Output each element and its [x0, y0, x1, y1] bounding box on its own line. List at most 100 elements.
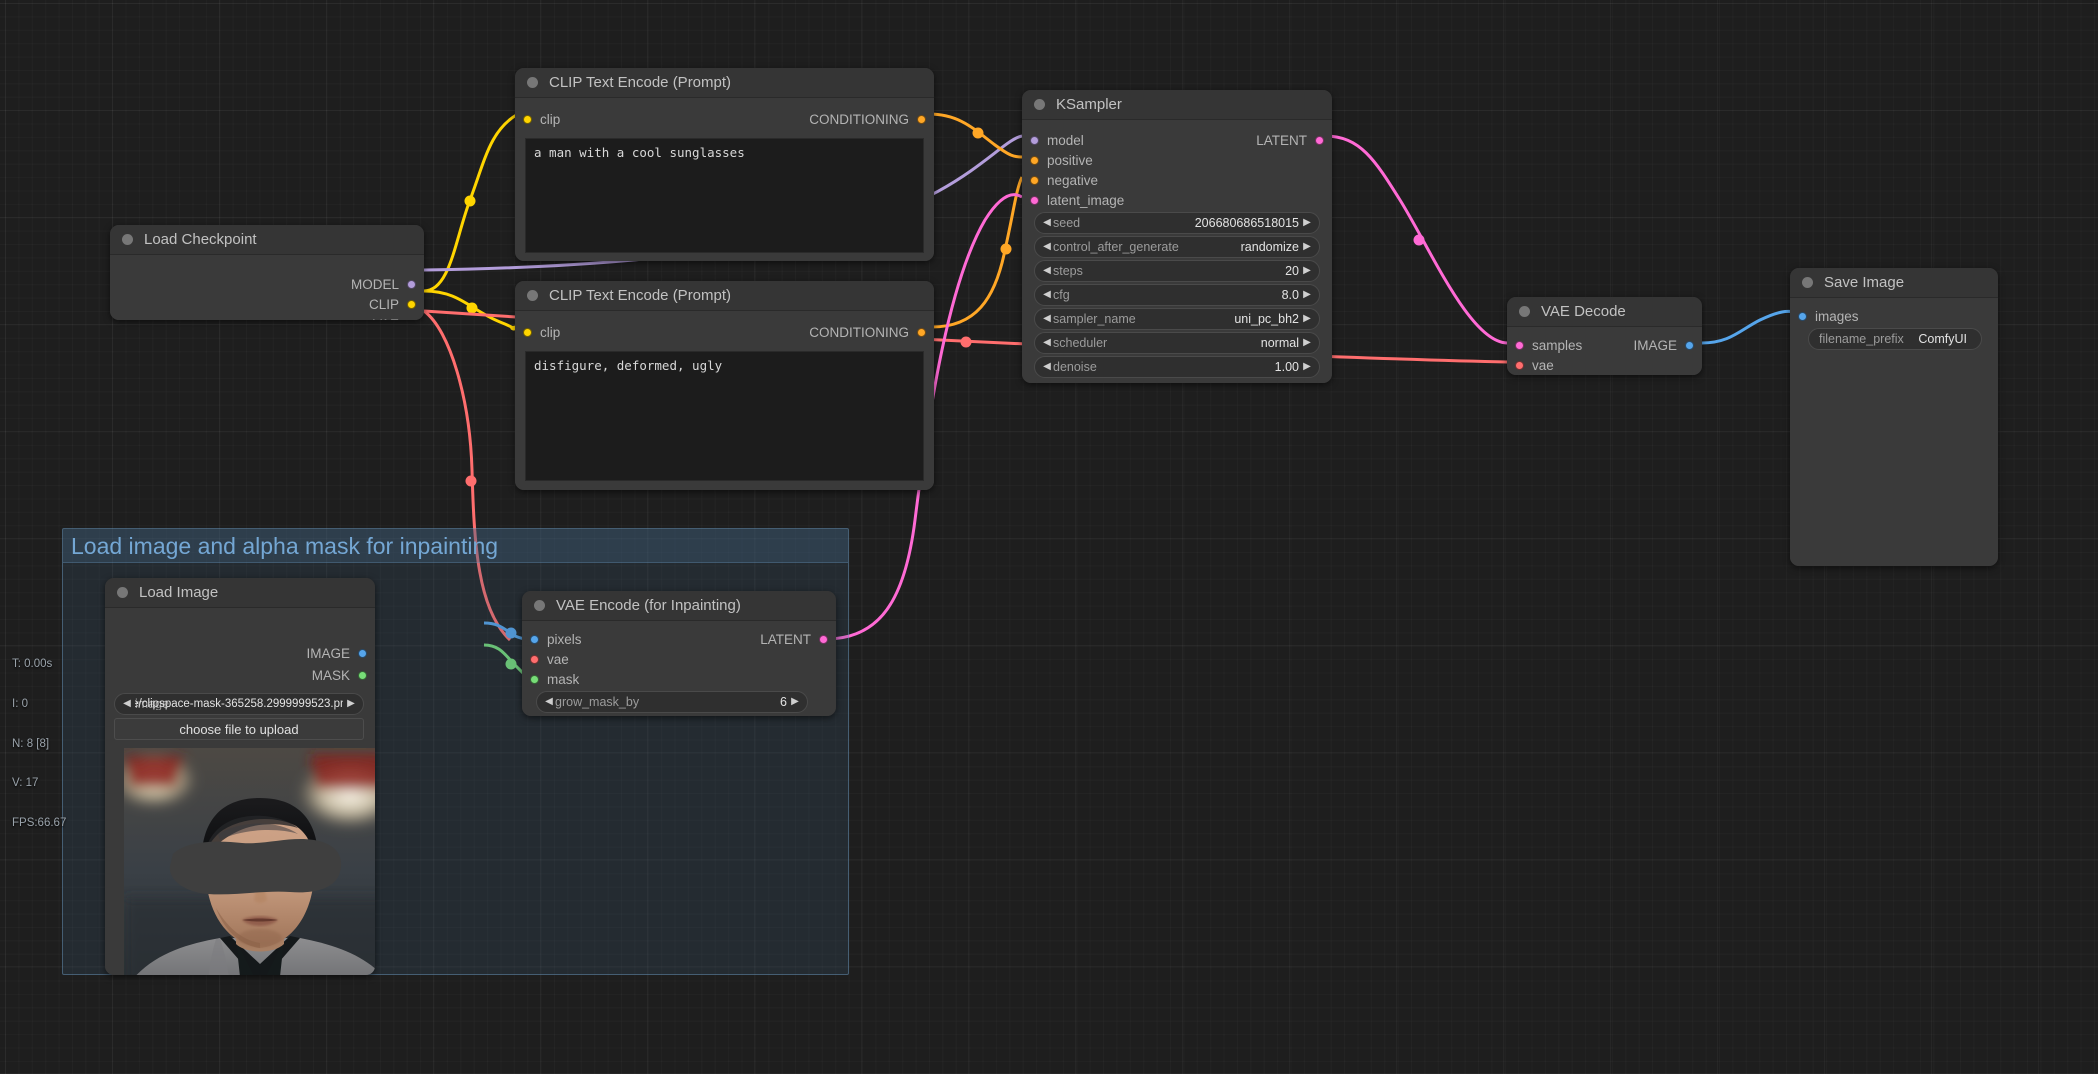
- node-save-image[interactable]: Save Image images filename_prefix ComfyU…: [1790, 268, 1998, 566]
- arrow-left-icon[interactable]: ◀: [1041, 242, 1053, 252]
- socket-dot-model-icon[interactable]: [1030, 135, 1039, 145]
- socket-dot-samples-icon[interactable]: [1515, 340, 1524, 350]
- output-slot-image[interactable]: IMAGE: [306, 644, 367, 662]
- widget-scheduler[interactable]: ◀ scheduler normal ▶: [1034, 332, 1320, 354]
- node-header[interactable]: Load Image: [105, 578, 375, 608]
- socket-dot-vae-icon[interactable]: [1515, 360, 1524, 370]
- input-slot-positive[interactable]: positive: [1030, 151, 1093, 169]
- input-slot-mask[interactable]: mask: [530, 670, 579, 688]
- widget-filename-prefix[interactable]: filename_prefix ComfyUI: [1808, 328, 1982, 350]
- output-slot-latent[interactable]: LATENT: [760, 630, 828, 648]
- output-slot-conditioning[interactable]: CONDITIONING: [809, 110, 926, 128]
- socket-dot-image-icon[interactable]: [1685, 340, 1694, 350]
- collapse-dot-icon[interactable]: [1519, 306, 1530, 317]
- collapse-dot-icon[interactable]: [534, 600, 545, 611]
- arrow-right-icon[interactable]: ▶: [1301, 218, 1313, 228]
- widget-grow-mask-by[interactable]: ◀ grow_mask_by 6 ▶: [536, 691, 808, 713]
- output-slot-vae[interactable]: VAE: [373, 315, 416, 320]
- socket-dot-mask-icon[interactable]: [358, 670, 367, 680]
- node-header[interactable]: Save Image: [1790, 268, 1998, 298]
- output-slot-image[interactable]: IMAGE: [1633, 336, 1694, 354]
- widget-sampler-name[interactable]: ◀ sampler_name uni_pc_bh2 ▶: [1034, 308, 1320, 330]
- arrow-left-icon[interactable]: ◀: [1041, 266, 1053, 276]
- socket-dot-mask-icon[interactable]: [530, 674, 539, 684]
- arrow-left-icon[interactable]: ◀: [1041, 290, 1053, 300]
- widget-seed[interactable]: ◀ seed 206680686518015 ▶: [1034, 212, 1320, 234]
- input-slot-model[interactable]: model: [1030, 131, 1084, 149]
- node-vae-decode[interactable]: VAE Decode samples vae IMAGE: [1507, 297, 1702, 375]
- input-slot-clip[interactable]: clip: [523, 110, 560, 128]
- collapse-dot-icon[interactable]: [527, 290, 538, 301]
- arrow-right-icon[interactable]: ▶: [1301, 314, 1313, 324]
- collapse-dot-icon[interactable]: [527, 77, 538, 88]
- image-preview[interactable]: [124, 748, 375, 975]
- node-header[interactable]: CLIP Text Encode (Prompt): [515, 281, 934, 311]
- arrow-right-icon[interactable]: ▶: [1301, 338, 1313, 348]
- input-slot-negative[interactable]: negative: [1030, 171, 1098, 189]
- node-header[interactable]: VAE Decode: [1507, 297, 1702, 327]
- output-slot-conditioning[interactable]: CONDITIONING: [809, 323, 926, 341]
- output-slot-latent[interactable]: LATENT: [1256, 131, 1324, 149]
- widget-cfg[interactable]: ◀ cfg 8.0 ▶: [1034, 284, 1320, 306]
- output-slot-mask[interactable]: MASK: [312, 666, 367, 684]
- arrow-left-icon[interactable]: ◀: [1041, 338, 1053, 348]
- socket-dot-latent-icon[interactable]: [1315, 135, 1324, 145]
- input-slot-clip[interactable]: clip: [523, 323, 560, 341]
- socket-dot-conditioning-icon[interactable]: [917, 327, 926, 337]
- input-slot-samples[interactable]: samples: [1515, 336, 1582, 354]
- node-header[interactable]: VAE Encode (for Inpainting): [522, 591, 836, 621]
- socket-dot-latent-icon[interactable]: [819, 634, 828, 644]
- socket-dot-negative-icon[interactable]: [1030, 175, 1039, 185]
- choose-file-to-upload-button[interactable]: choose file to upload: [114, 718, 364, 740]
- node-header[interactable]: CLIP Text Encode (Prompt): [515, 68, 934, 98]
- socket-dot-conditioning-icon[interactable]: [917, 114, 926, 124]
- arrow-right-icon[interactable]: ▶: [1301, 266, 1313, 276]
- output-slot-model[interactable]: MODEL: [351, 275, 416, 293]
- node-header[interactable]: KSampler: [1022, 90, 1332, 120]
- socket-dot-vae-icon[interactable]: [530, 654, 539, 664]
- node-load-image[interactable]: Load Image IMAGE MASK ◀ image clipspace/…: [105, 578, 375, 975]
- socket-dot-image-icon[interactable]: [358, 648, 367, 658]
- widget-image-file[interactable]: ◀ image clipspace/clipspace-mask-365258.…: [114, 693, 364, 715]
- widget-control-after-generate[interactable]: ◀ control_after_generate randomize ▶: [1034, 236, 1320, 258]
- arrow-right-icon[interactable]: ▶: [1301, 362, 1313, 372]
- widget-denoise[interactable]: ◀ denoise 1.00 ▶: [1034, 356, 1320, 378]
- collapse-dot-icon[interactable]: [117, 587, 128, 598]
- arrow-right-icon[interactable]: ▶: [1301, 242, 1313, 252]
- collapse-dot-icon[interactable]: [1802, 277, 1813, 288]
- arrow-left-icon[interactable]: ◀: [1041, 218, 1053, 228]
- prompt-textarea-positive[interactable]: a man with a cool sunglasses: [525, 138, 924, 253]
- input-slot-vae[interactable]: vae: [530, 650, 569, 668]
- node-clip-text-encode-positive[interactable]: CLIP Text Encode (Prompt) clip CONDITION…: [515, 68, 934, 261]
- socket-dot-images-icon[interactable]: [1798, 311, 1807, 321]
- arrow-left-icon[interactable]: ◀: [1041, 362, 1053, 372]
- socket-dot-vae-icon[interactable]: [407, 319, 416, 320]
- collapse-dot-icon[interactable]: [122, 234, 133, 245]
- node-ksampler[interactable]: KSampler model positive negative latent_…: [1022, 90, 1332, 383]
- input-slot-vae[interactable]: vae: [1515, 356, 1554, 374]
- socket-dot-positive-icon[interactable]: [1030, 155, 1039, 165]
- node-clip-text-encode-negative[interactable]: CLIP Text Encode (Prompt) clip CONDITION…: [515, 281, 934, 490]
- arrow-left-icon[interactable]: ◀: [121, 699, 133, 709]
- node-vae-encode-for-inpainting[interactable]: VAE Encode (for Inpainting) pixels vae m…: [522, 591, 836, 716]
- input-slot-latent-image[interactable]: latent_image: [1030, 191, 1124, 209]
- node-header[interactable]: Load Checkpoint: [110, 225, 424, 255]
- arrow-right-icon[interactable]: ▶: [345, 699, 357, 709]
- socket-dot-clip-icon[interactable]: [523, 114, 532, 124]
- node-load-checkpoint[interactable]: Load Checkpoint MODEL CLIP VAE ◀ ckpt_na…: [110, 225, 424, 320]
- socket-dot-clip-icon[interactable]: [407, 299, 416, 309]
- arrow-left-icon[interactable]: ◀: [1041, 314, 1053, 324]
- socket-dot-pixels-icon[interactable]: [530, 634, 539, 644]
- socket-dot-latent-image-icon[interactable]: [1030, 195, 1039, 205]
- arrow-right-icon[interactable]: ▶: [1301, 290, 1313, 300]
- socket-dot-model-icon[interactable]: [407, 279, 416, 289]
- input-slot-pixels[interactable]: pixels: [530, 630, 582, 648]
- collapse-dot-icon[interactable]: [1034, 99, 1045, 110]
- widget-steps[interactable]: ◀ steps 20 ▶: [1034, 260, 1320, 282]
- input-slot-images[interactable]: images: [1798, 307, 1859, 325]
- prompt-textarea-negative[interactable]: disfigure, deformed, ugly: [525, 351, 924, 481]
- arrow-left-icon[interactable]: ◀: [543, 697, 555, 707]
- socket-dot-clip-icon[interactable]: [523, 327, 532, 337]
- output-slot-clip[interactable]: CLIP: [369, 295, 416, 313]
- arrow-right-icon[interactable]: ▶: [789, 697, 801, 707]
